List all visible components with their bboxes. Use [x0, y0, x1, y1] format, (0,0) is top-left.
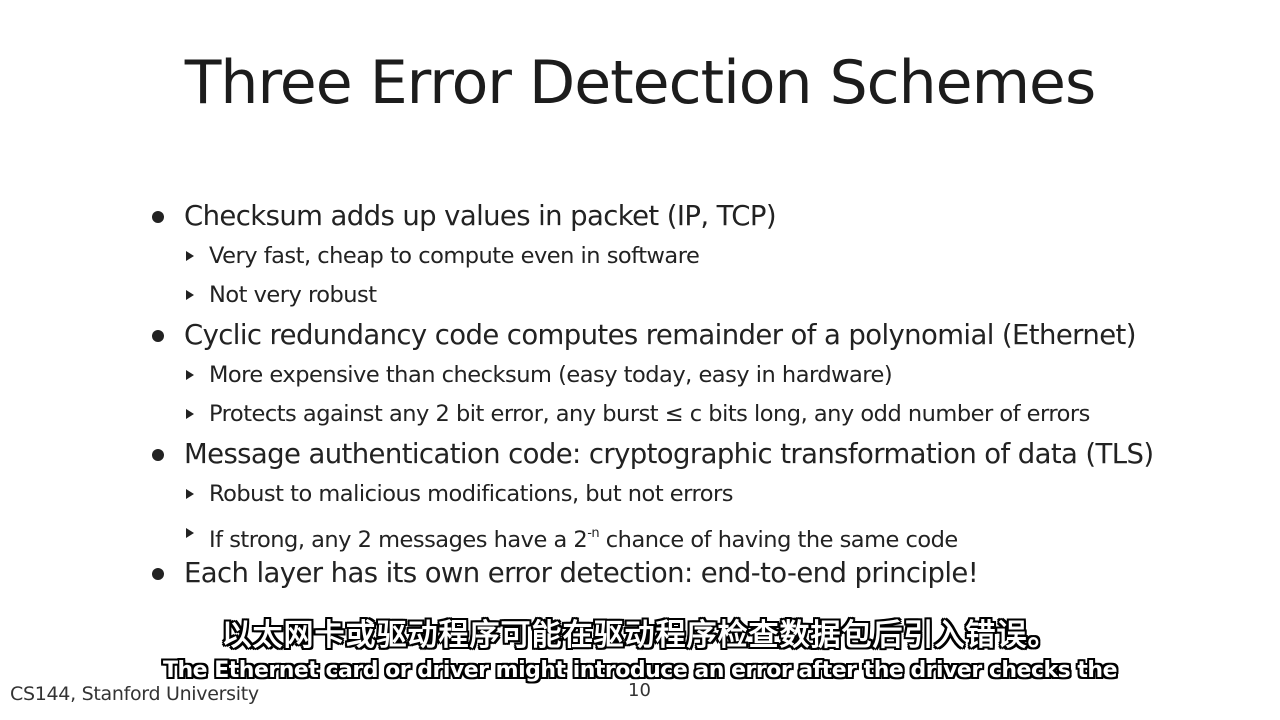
sub-bullet-text-after: chance of having the same code	[599, 527, 958, 553]
slide: Three Error Detection Schemes Checksum a…	[0, 0, 1280, 720]
bullet-text: Each layer has its own error detection: …	[184, 557, 979, 589]
bullet-list: Checksum adds up values in packet (IP, T…	[150, 196, 1250, 594]
sub-bullet-text: Protects against any 2 bit error, any bu…	[209, 401, 1090, 427]
bullet-item: Checksum adds up values in packet (IP, T…	[150, 196, 1250, 237]
sub-bullet-item: Robust to malicious modifications, but n…	[150, 475, 1250, 514]
slide-title: Three Error Detection Schemes	[184, 48, 1096, 118]
bullet-text: Checksum adds up values in packet (IP, T…	[184, 200, 777, 232]
page-number: 10	[628, 680, 651, 701]
bullet-dot-icon	[152, 211, 164, 223]
sub-bullet-item: Protects against any 2 bit error, any bu…	[150, 395, 1250, 434]
bullet-item: Each layer has its own error detection: …	[150, 553, 1250, 594]
bullet-dot-icon	[152, 330, 164, 342]
sub-bullet-text: More expensive than checksum (easy today…	[209, 362, 893, 388]
triangle-bullet-icon	[186, 251, 194, 261]
bullet-item: Cyclic redundancy code computes remainde…	[150, 315, 1250, 356]
footer-text: CS144, Stanford University	[10, 683, 259, 705]
sub-bullet-item: Not very robust	[150, 276, 1250, 315]
subtitle-english: The Ethernet card or driver might introd…	[162, 658, 1118, 683]
exponent-superscript: -n	[587, 526, 600, 541]
subtitle-chinese: 以太网卡或驱动程序可能在驱动程序检查数据包后引入错误。	[221, 618, 1059, 653]
bullet-text: Message authentication code: cryptograph…	[184, 438, 1154, 470]
bullet-dot-icon	[152, 449, 164, 461]
triangle-bullet-icon	[186, 370, 194, 380]
sub-bullet-item: Very fast, cheap to compute even in soft…	[150, 237, 1250, 276]
triangle-bullet-icon	[186, 409, 194, 419]
bullet-item: Message authentication code: cryptograph…	[150, 434, 1250, 475]
sub-bullet-text: If strong, any 2 messages have a 2-n cha…	[209, 526, 958, 553]
triangle-bullet-icon	[186, 528, 194, 538]
bullet-dot-icon	[152, 568, 164, 580]
triangle-bullet-icon	[186, 489, 194, 499]
sub-bullet-text: Very fast, cheap to compute even in soft…	[209, 243, 700, 269]
sub-bullet-item: More expensive than checksum (easy today…	[150, 356, 1250, 395]
sub-bullet-text: Not very robust	[209, 282, 377, 308]
triangle-bullet-icon	[186, 290, 194, 300]
sub-bullet-text: Robust to malicious modifications, but n…	[209, 481, 733, 507]
sub-bullet-item: If strong, any 2 messages have a 2-n cha…	[150, 514, 1250, 553]
bullet-text: Cyclic redundancy code computes remainde…	[184, 319, 1136, 351]
sub-bullet-text-before: If strong, any 2 messages have a 2	[209, 527, 588, 553]
